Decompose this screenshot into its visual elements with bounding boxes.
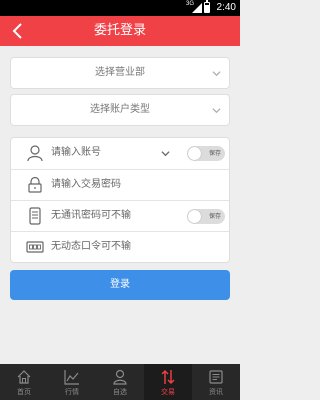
user-icon	[27, 145, 43, 162]
trade-password-input[interactable]: 请输入交易密码	[51, 178, 121, 192]
tab-news[interactable]: 资讯	[192, 364, 240, 400]
lock-icon	[28, 176, 42, 193]
tab-market-label: 行情	[65, 388, 79, 396]
save-comm-password-toggle[interactable]: 保存	[187, 209, 225, 224]
branch-select-label: 选择营业部	[95, 67, 145, 78]
save-account-label: 保存	[208, 150, 221, 157]
account-input[interactable]: 请输入账号	[51, 146, 101, 160]
branch-select[interactable]: 选择营业部	[10, 57, 230, 89]
toggle-knob	[188, 147, 201, 160]
clock: 2:40	[216, 2, 236, 13]
account-row[interactable]: 请输入账号 保存	[11, 138, 229, 169]
news-icon	[209, 370, 223, 384]
comm-password-row[interactable]: 无通讯密码可不输 保存	[11, 200, 229, 231]
toggle-knob	[188, 210, 201, 223]
account-type-select-label: 选择账户类型	[90, 104, 150, 115]
user-icon	[113, 369, 127, 385]
save-comm-password-label: 保存	[208, 213, 221, 220]
tab-home[interactable]: 首页	[0, 364, 48, 400]
login-form: 请输入账号 保存 请输入交易密码 无通讯密码可不输 保存 无动态口令可不输	[10, 137, 230, 263]
chevron-down-icon	[212, 71, 221, 77]
signal-icon	[192, 3, 202, 13]
dynamic-password-row[interactable]: 无动态口令可不输	[11, 231, 229, 262]
home-icon	[17, 370, 31, 384]
status-bar: 3G 2:40	[0, 0, 240, 16]
save-account-toggle[interactable]: 保存	[187, 146, 225, 161]
tab-watchlist-label: 自选	[113, 388, 127, 396]
page-title: 委托登录	[93, 23, 146, 38]
login-button[interactable]: 登录	[10, 270, 230, 300]
trade-password-row[interactable]: 请输入交易密码	[11, 169, 229, 200]
battery-icon	[204, 0, 210, 13]
tab-trade[interactable]: 交易	[144, 364, 192, 400]
account-type-select[interactable]: 选择账户类型	[10, 94, 230, 126]
tab-trade-label: 交易	[161, 388, 175, 396]
chart-line-icon	[64, 370, 79, 385]
tab-watchlist[interactable]: 自选	[96, 364, 144, 400]
tab-home-label: 首页	[17, 388, 31, 396]
bottom-tab-bar: 首页 行情 自选 交易 资讯	[0, 364, 240, 400]
title-bar: 委托登录	[0, 16, 240, 46]
dynamic-password-input[interactable]: 无动态口令可不输	[51, 240, 131, 254]
tab-market[interactable]: 行情	[48, 364, 96, 400]
chevron-down-icon[interactable]	[161, 149, 170, 158]
phone-icon	[29, 207, 41, 225]
chevron-down-icon	[212, 108, 221, 114]
comm-password-input[interactable]: 无通讯密码可不输	[51, 209, 131, 223]
trade-arrows-icon	[161, 370, 175, 384]
tab-news-label: 资讯	[209, 388, 223, 396]
token-icon	[26, 241, 44, 253]
